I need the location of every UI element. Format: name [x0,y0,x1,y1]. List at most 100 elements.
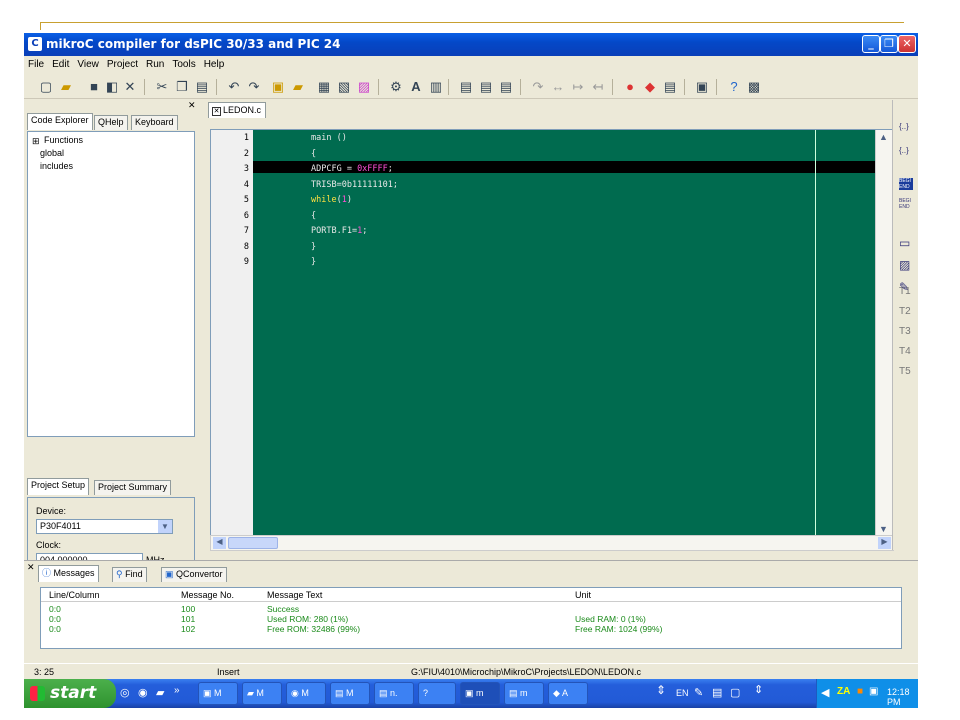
tray-pen-icon[interactable]: ✎ [694,686,703,699]
code-line[interactable]: { [311,149,316,159]
tree-item-functions[interactable]: Functions [44,135,83,145]
options-icon[interactable]: ▣ [694,79,710,95]
quicklaunch-media-icon[interactable]: ◉ [138,686,148,699]
tray-keyboard-icon[interactable]: ▤ [712,686,722,699]
col-message-text[interactable]: Message Text [267,590,322,600]
taskbar-task-button[interactable]: ▣ M [198,682,238,705]
program-icon[interactable]: ▤ [498,79,514,95]
begin-end-icon[interactable]: BEGI END [899,198,913,210]
scroll-right-icon[interactable]: ▶ [878,537,891,549]
tool-icon[interactable]: ✎ [899,280,909,294]
table-row[interactable]: 0:0 100 Success [41,604,901,614]
braces-template-icon[interactable]: {..} [899,146,909,155]
menu-project[interactable]: Project [103,56,142,73]
paste-icon[interactable]: ▤ [194,79,210,95]
open-project-icon[interactable]: ▰ [290,79,306,95]
menu-file[interactable]: File [24,56,48,73]
taskbar-task-button[interactable]: ◆ A [548,682,588,705]
tab-close-icon[interactable]: ✕ [212,107,221,116]
code-line[interactable]: ADPCFG = 0xFFFF; [311,164,393,174]
font-icon[interactable]: A [408,79,424,95]
statistics-icon[interactable]: ▥ [428,79,444,95]
step-into-icon[interactable]: ↷ [530,79,546,95]
col-line-column[interactable]: Line/Column [49,590,100,600]
language-indicator[interactable]: EN [676,688,689,698]
device-select[interactable]: P30F4011 ▼ [36,519,173,534]
run-to-cursor-icon[interactable]: ↦ [570,79,586,95]
table-row[interactable]: 0:0 101 Used ROM: 280 (1%) Used RAM: 0 (1%) [41,614,901,624]
tray-expand-icon[interactable]: ◀ [821,686,829,699]
quicklaunch-ie-icon[interactable]: ◎ [120,686,130,699]
watch-window-icon[interactable]: ▤ [662,79,678,95]
taskbar-task-button[interactable]: ▰ M [242,682,282,705]
help-icon[interactable]: ? [726,79,742,95]
toolbar-t5[interactable]: T5 [899,366,911,377]
build-icon[interactable]: ▤ [458,79,474,95]
pane-close-icon[interactable]: ✕ [188,100,196,111]
tab-ledon-c[interactable]: ✕ LEDON.c [208,102,267,118]
new-file-icon[interactable]: ▢ [38,79,54,95]
tab-project-summary[interactable]: Project Summary [94,480,172,495]
taskbar-task-button[interactable]: ▣ m [460,682,500,705]
tab-find[interactable]: ⚲ Find [112,567,147,582]
code-line[interactable]: { [311,211,316,221]
undo-icon[interactable]: ↶ [226,79,242,95]
tab-keyboard[interactable]: Keyboard [131,115,178,130]
tray-help-icon[interactable]: ▢ [730,686,740,699]
taskbar-task-button[interactable]: ▤ n. [374,682,414,705]
save-project-icon[interactable]: ▦ [316,79,332,95]
about-icon[interactable]: ▩ [746,79,762,95]
scroll-down-icon[interactable]: ▼ [879,524,888,534]
menu-tools[interactable]: Tools [168,56,199,73]
edit-project-icon[interactable]: ▧ [336,79,352,95]
toolbar-t2[interactable]: T2 [899,306,911,317]
tab-messages[interactable]: ⓘ Messages [38,565,99,582]
zonealarm-icon[interactable]: ZA [837,686,850,697]
breakpoint-icon[interactable]: ● [622,79,638,95]
close-project-icon[interactable]: ▨ [356,79,372,95]
clear-breakpoints-icon[interactable]: ◆ [642,79,658,95]
minimize-button[interactable]: _ [862,35,880,53]
cut-icon[interactable]: ✂ [154,79,170,95]
chevron-down-icon[interactable]: ▼ [158,520,172,533]
tray-clock[interactable]: 12:18 PM [887,687,918,707]
menu-help[interactable]: Help [200,56,229,73]
code-line[interactable]: main () [311,133,347,143]
scroll-thumb[interactable] [228,537,278,549]
toolbar-t4[interactable]: T4 [899,346,911,357]
menu-edit[interactable]: Edit [48,56,73,73]
tab-qconvertor[interactable]: ▣ QConvertor [161,567,227,582]
taskbar-task-button[interactable]: ▤ M [330,682,370,705]
col-message-no[interactable]: Message No. [181,590,234,600]
start-button[interactable]: start [24,679,116,708]
tab-project-setup[interactable]: Project Setup [27,478,90,495]
tree-item-global[interactable]: global [40,148,64,158]
code-editor[interactable]: 1 2 3 4 5 6 7 8 9 main () {ADPCFG = 0xFFFF; TRISB=… [210,129,894,536]
tray-options-icon[interactable]: ⇕ [754,683,763,696]
find-icon[interactable]: ⚙ [388,79,404,95]
tray-updown-icon[interactable]: ⇕ [656,683,666,697]
scroll-left-icon[interactable]: ◀ [213,537,226,549]
code-line[interactable]: PORTB.F1=1; [311,226,367,236]
menu-run[interactable]: Run [142,56,168,73]
save-all-icon[interactable]: ◧ [104,79,120,95]
toolbar-t3[interactable]: T3 [899,326,911,337]
begin-end-icon[interactable]: BEGI END [899,178,913,190]
taskbar-task-button[interactable]: ◉ M [286,682,326,705]
braces-template-icon[interactable]: {..} [899,122,909,131]
col-unit[interactable]: Unit [575,590,591,600]
maximize-button[interactable]: ❐ [880,35,898,53]
redo-icon[interactable]: ↷ [246,79,262,95]
build-all-icon[interactable]: ▤ [478,79,494,95]
open-file-icon[interactable]: ▰ [58,79,74,95]
taskbar-task-button[interactable]: ▤ m [504,682,544,705]
code-line[interactable]: while(1) [311,195,352,205]
save-icon[interactable]: ■ [86,79,102,95]
tray-app-icon[interactable]: ■ [857,686,863,697]
quicklaunch-explorer-icon[interactable]: ▰ [156,686,164,699]
menu-view[interactable]: View [73,56,103,73]
title-bar[interactable]: C mikroC compiler for dsPIC 30/33 and PI… [24,33,918,56]
taskbar-task-button[interactable]: ? [418,682,456,705]
close-file-icon[interactable]: ✕ [122,79,138,95]
vertical-scrollbar[interactable]: ▲ ▼ [875,130,893,536]
